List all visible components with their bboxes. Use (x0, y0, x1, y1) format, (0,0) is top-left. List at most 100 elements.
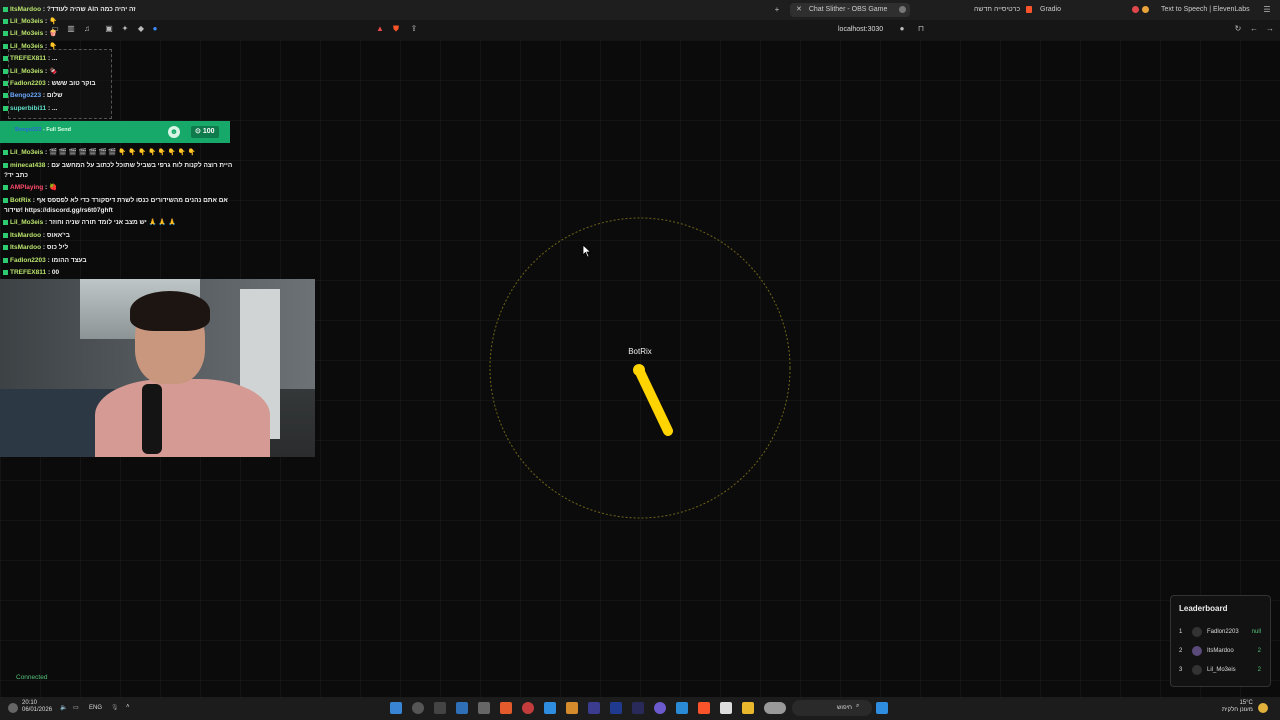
taskbar-app-icon[interactable] (632, 702, 644, 714)
taskbar-app-icon[interactable] (412, 702, 424, 714)
taskbar-app-icon[interactable] (610, 702, 622, 714)
chat-username: minecat438 (10, 162, 46, 169)
volume-icon[interactable]: 🔈 (60, 704, 67, 711)
chat-text: שידור! https://discord.gg/rs6t07ghft (4, 207, 113, 214)
search-icon: ⌕ (856, 703, 860, 709)
avatar (1192, 665, 1202, 675)
redeem-cost: 100 (202, 128, 215, 135)
leaderboard-rank: 3 (1179, 667, 1183, 673)
moderator-badge-icon (3, 43, 8, 49)
taskbar-app-icon[interactable] (720, 702, 732, 714)
moderator-badge-icon (3, 232, 8, 238)
taskbar-app-icon[interactable] (434, 702, 446, 714)
taskbar-app-icon[interactable] (544, 702, 556, 714)
chat-message: Bengo223 : שלום (0, 91, 62, 100)
taskbar-app-icon[interactable] (456, 702, 468, 714)
webcam-feed (0, 279, 315, 457)
chat-text: : 🎬 🎬 🎬 🎬 🎬 🎬 🎬 👇 👇 👇 👇 👇 👇 👇 👇 (45, 149, 196, 156)
leaderboard-score: 2 (1257, 667, 1261, 673)
chat-username: Lil_Mo3eis (10, 219, 44, 226)
player-name-label: BotRix (628, 347, 652, 356)
taskbar-app-icon[interactable] (764, 702, 786, 714)
notification-icon[interactable] (8, 703, 18, 713)
chat-text: : 🍫 (45, 68, 58, 75)
channel-points-icon: ⊙ (195, 128, 201, 135)
taskbar-app-icon[interactable] (742, 702, 754, 714)
tray-overflow-icon[interactable]: ˄ (126, 704, 130, 710)
taskbar-app-icon[interactable] (390, 702, 402, 714)
weather-desc: מעונן חלקית (1222, 707, 1253, 713)
chat-message: ItsMardoo : בי'אאוס (0, 231, 70, 240)
redeem-cost-badge: ⊙ 100 (191, 126, 219, 138)
chat-text: : שלום (42, 92, 63, 99)
moderator-badge-icon (3, 244, 8, 250)
chat-text: : 🍿 (45, 30, 58, 37)
moderator-badge-icon (3, 30, 8, 36)
chat-username: Fadlon2203 (10, 257, 46, 264)
chat-username: Lil_Mo3eis (10, 149, 44, 156)
leaderboard-row: 1 Fadlon2203 null (1171, 626, 1270, 638)
chat-text: : בי'אאוס (42, 232, 70, 239)
chat-username: Lil_Mo3eis (10, 68, 44, 75)
chat-text: : ... (47, 55, 58, 62)
leaderboard-name: ItsMardoo (1207, 648, 1234, 654)
network-icon[interactable]: ▭ (73, 704, 79, 711)
chat-message: ItsMardoo : ?שהיה לעודד AIזה יהיה כמה ה (0, 5, 136, 14)
chat-username: Fadlon2203 (10, 80, 46, 87)
chat-text: : בוקר טוב ששש (47, 80, 96, 87)
windows-taskbar: 20:10 06/01/2026 🔈 ▭ ENG 🎙 ˄ חיפוש ⌕ 15°C… (0, 697, 1280, 720)
chat-text: : ?שהיה לעודד AIזה יהיה כמה ה (42, 6, 136, 13)
chat-text: : יש מצב אני לומד תורה שניה וחוזר 🙏 🙏 🙏 (45, 219, 177, 226)
snake-body (634, 365, 673, 436)
taskbar-app-icon[interactable] (698, 702, 710, 714)
moderator-badge-icon (3, 184, 8, 190)
search-placeholder: חיפוש (837, 705, 852, 711)
moderator-badge-icon (3, 269, 8, 275)
snake-head (633, 364, 645, 376)
taskbar-app-icon[interactable] (522, 702, 534, 714)
taskbar-app-icon[interactable] (676, 702, 688, 714)
streamer-body (95, 379, 270, 457)
chat-username: ItsMardoo (10, 244, 42, 251)
chat-message: superbibi11 : ... (0, 104, 57, 113)
mic-icon[interactable]: 🎙 (111, 704, 119, 711)
windows-start-icon[interactable] (876, 702, 888, 714)
taskbar-app-icon[interactable] (654, 702, 666, 714)
chat-text: : אם אתם נהנים מהשידורים כנסו לשרת דיסקו… (32, 197, 228, 204)
clock-date: 06/01/2026 (22, 707, 53, 713)
chat-message: TREFEX811 : 00 (0, 268, 59, 277)
weather-temp: 15°C (1239, 700, 1253, 706)
taskbar-app-icon[interactable] (500, 702, 512, 714)
chat-text: : 👇 (45, 43, 58, 50)
taskbar-app-icon[interactable] (588, 702, 600, 714)
chat-text: : ... (47, 105, 58, 112)
moderator-badge-icon (3, 18, 8, 24)
language-indicator[interactable]: ENG (89, 705, 102, 711)
clock[interactable]: 20:10 06/01/2026 (22, 700, 52, 714)
taskbar-app-icon[interactable] (478, 702, 490, 714)
redeem-label: Bengo223 - Full Send (15, 127, 71, 133)
chat-message: Lil_Mo3eis : 🎬 🎬 🎬 🎬 🎬 🎬 🎬 👇 👇 👇 👇 👇 👇 👇… (0, 148, 196, 157)
chat-message: Lil_Mo3eis : 👇 (0, 17, 57, 26)
weather-icon (1258, 703, 1268, 713)
moderator-badge-icon (3, 162, 8, 168)
moderator-badge-icon (3, 6, 8, 12)
chat-message-continuation: שידור! https://discord.gg/rs6t07ghft (4, 206, 113, 215)
channel-point-redeem: Bengo223 - Full Send ☻ ⊙ 100 (0, 121, 230, 143)
chat-message: Fadlon2203 : בעצד ההומו (0, 256, 87, 265)
clock-time: 20:10 (22, 700, 38, 706)
taskbar-app-icon[interactable] (566, 702, 578, 714)
leaderboard-title: Leaderboard (1179, 604, 1228, 613)
weather-widget[interactable]: 15°C מעונן חלקית (1222, 700, 1253, 714)
leaderboard-score: 2 (1257, 648, 1261, 654)
leaderboard-row: 2 ItsMardoo 2 (1171, 645, 1270, 657)
moderator-badge-icon (3, 68, 8, 74)
leaderboard-name: Lil_Mo3eis (1207, 667, 1236, 673)
avatar (1192, 646, 1202, 656)
mouse-cursor-icon (582, 244, 592, 258)
taskbar-search[interactable]: חיפוש ⌕ (792, 700, 872, 716)
chat-username: TREFEX811 (10, 269, 47, 276)
chat-text: : היית רוצה לקנות לוח גרפי בשביל שתוכל ל… (47, 162, 233, 169)
chat-message: ItsMardoo : ליל כוס (0, 243, 68, 252)
connection-status: Connected (16, 674, 48, 681)
